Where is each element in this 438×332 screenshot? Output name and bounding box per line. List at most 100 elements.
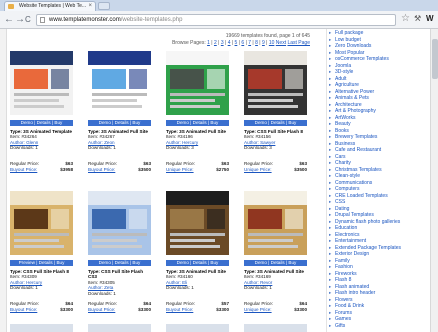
category-link[interactable]: Animals & Pets <box>329 95 369 101</box>
address-bar[interactable]: www.templatemonster.com/website-template… <box>36 14 396 26</box>
template-thumbnail[interactable] <box>244 191 307 255</box>
page-link-8[interactable]: 8 <box>255 40 258 46</box>
category-link[interactable]: Christmas Templates <box>329 167 382 173</box>
category-link[interactable]: CSS <box>329 199 345 205</box>
wrench-icon[interactable]: ⚒ <box>414 14 421 23</box>
category-link[interactable]: Books <box>329 128 349 134</box>
card-action-bar[interactable]: Demo | Details | Buy <box>88 120 151 126</box>
template-thumbnail-partial[interactable] <box>10 324 73 332</box>
category-link[interactable]: Forums <box>329 310 352 316</box>
page-link-1[interactable]: 1 <box>207 40 210 46</box>
template-card[interactable]: Demo | Details | Buy Type: 3S Animated Fu… <box>244 191 307 326</box>
category-link[interactable]: Communications <box>329 180 372 186</box>
next-page-link[interactable]: Next <box>276 40 286 46</box>
category-link[interactable]: Adult <box>329 76 347 82</box>
page-link-9[interactable]: 9 <box>262 40 265 46</box>
category-link[interactable]: Flowers <box>329 297 352 303</box>
category-link[interactable]: Cafe and Restaurant <box>329 147 381 153</box>
category-link[interactable]: Most Popular <box>329 50 365 56</box>
card-action-bar[interactable]: Demo | Details | Buy <box>166 120 229 126</box>
category-link[interactable]: Family <box>329 258 350 264</box>
category-link[interactable]: Computers <box>329 186 360 192</box>
category-link[interactable]: Drupal Templates <box>329 212 374 218</box>
template-thumbnail-partial[interactable] <box>166 324 229 332</box>
scrollbar[interactable] <box>430 29 438 332</box>
category-link[interactable]: Games <box>329 316 351 322</box>
category-link[interactable]: Flash 8 <box>329 277 352 283</box>
category-link[interactable]: Zero Downloads <box>329 43 371 49</box>
extension-w-icon[interactable]: W <box>426 14 434 23</box>
template-card[interactable]: Demo | Details | Buy Type: 3S Animated Fu… <box>166 191 229 326</box>
card-action-bar[interactable]: Preview | Details | Buy <box>10 260 73 266</box>
category-link[interactable]: Exterior Design <box>329 251 369 257</box>
template-thumbnail-partial[interactable] <box>88 324 151 332</box>
url-path: /website-templates.php <box>120 17 183 23</box>
category-link[interactable]: CRE Loaded Templates <box>329 193 388 199</box>
reload-icon[interactable]: C <box>25 14 31 26</box>
template-card[interactable]: Preview | Details | Buy Type: CSS Full Si… <box>10 191 73 326</box>
category-link[interactable]: Food & Drink <box>329 303 364 309</box>
page-link-6[interactable]: 6 <box>241 40 244 46</box>
category-link[interactable]: Joomla <box>329 63 351 69</box>
forward-icon[interactable]: → <box>15 14 25 26</box>
template-thumbnail-partial[interactable] <box>244 324 307 332</box>
category-link[interactable]: ArtWorks <box>329 115 356 121</box>
category-link[interactable]: Beauty <box>329 121 350 127</box>
category-link[interactable]: 3D-style <box>329 69 353 75</box>
card-action-bar[interactable]: Demo | Details | Buy <box>10 120 73 126</box>
card-action-bar[interactable]: Demo | Details | Buy <box>88 260 151 266</box>
category-link[interactable]: Fashion <box>329 264 353 270</box>
category-link[interactable]: Fireworks <box>329 271 357 277</box>
category-link[interactable]: Charity <box>329 160 351 166</box>
template-thumbnail[interactable] <box>88 191 151 255</box>
template-thumbnail[interactable] <box>88 51 151 115</box>
browser-tab[interactable]: Website Templates | Web Te... × <box>4 1 96 11</box>
bookmark-star-icon[interactable]: ☆ <box>401 13 410 24</box>
card-downloads: Downloads: 3 <box>166 145 194 151</box>
template-thumbnail[interactable] <box>10 51 73 115</box>
template-card[interactable]: Demo | Details | Buy Type: 3S Animated Fu… <box>88 51 151 186</box>
category-link[interactable]: Flash intro header <box>329 290 375 296</box>
card-action-bar[interactable]: Demo | Details | Buy <box>244 260 307 266</box>
category-link[interactable]: Clean-style <box>329 173 360 179</box>
card-action-bar[interactable]: Demo | Details | Buy <box>166 260 229 266</box>
category-link[interactable]: Electronics <box>329 232 360 238</box>
category-link[interactable]: Low budget <box>329 37 361 43</box>
page-link-4[interactable]: 4 <box>228 40 231 46</box>
template-card[interactable]: Demo | Details | Buy Type: 3S Animated Fu… <box>166 51 229 186</box>
template-thumbnail[interactable] <box>10 191 73 255</box>
category-link[interactable]: Business <box>329 141 355 147</box>
category-link[interactable]: Dynamic flash photo galleries <box>329 219 400 225</box>
scrollbar-thumb[interactable] <box>432 39 438 79</box>
category-link[interactable]: Agriculture <box>329 82 359 88</box>
category-link[interactable]: Cars <box>329 154 345 160</box>
category-link[interactable]: Full package <box>329 30 363 36</box>
page-link-3[interactable]: 3 <box>221 40 224 46</box>
category-link[interactable]: Art & Photography <box>329 108 376 114</box>
template-thumbnail[interactable] <box>166 191 229 255</box>
category-link[interactable]: Dating <box>329 206 350 212</box>
category-link[interactable]: osCommerce Templates <box>329 56 389 62</box>
close-tab-icon[interactable]: × <box>88 2 92 11</box>
category-link[interactable]: Flash animated <box>329 284 369 290</box>
card-action-bar[interactable]: Demo | Details | Buy <box>244 120 307 126</box>
category-link[interactable]: Architecture <box>329 102 362 108</box>
category-link[interactable]: Brewery Templates <box>329 134 378 140</box>
category-link[interactable]: Alternative Power <box>329 89 374 95</box>
template-card[interactable]: Demo | Details | Buy Type: CSS Full Site … <box>244 51 307 186</box>
last-page-link[interactable]: Last Page <box>287 40 310 46</box>
new-tab-button[interactable] <box>98 2 110 10</box>
page-link-2[interactable]: 2 <box>214 40 217 46</box>
page-link-5[interactable]: 5 <box>235 40 238 46</box>
template-thumbnail[interactable] <box>244 51 307 115</box>
category-link[interactable]: Entertainment <box>329 238 366 244</box>
template-card[interactable]: Demo | Details | Buy Type: 3S Animated Te… <box>10 51 73 186</box>
template-thumbnail[interactable] <box>166 51 229 115</box>
back-icon[interactable]: ← <box>4 14 14 26</box>
category-link[interactable]: Gifts <box>329 323 345 329</box>
category-link[interactable]: Education <box>329 225 357 231</box>
template-card[interactable]: Demo | Details | Buy Type: CSS Full Site … <box>88 191 151 326</box>
category-link[interactable]: Extended Package Templates <box>329 245 401 251</box>
page-link-10[interactable]: 10 <box>269 40 275 46</box>
page-link-7[interactable]: 7 <box>248 40 251 46</box>
